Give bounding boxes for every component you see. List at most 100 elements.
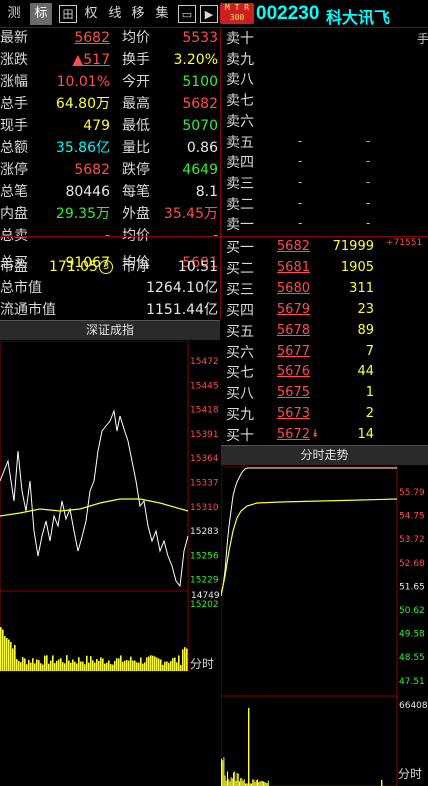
- stock-volume-bar: [265, 782, 267, 786]
- toolbar-btn-line[interactable]: 线: [104, 3, 126, 25]
- index-volume-bar: [110, 664, 112, 671]
- pe-label: 市盈: [0, 259, 28, 275]
- index-y-label: 15202: [190, 600, 219, 610]
- index-volume-bar: [98, 660, 100, 671]
- bid-volume: 89: [357, 322, 374, 338]
- index-volume-bar: [186, 648, 188, 671]
- bid-price[interactable]: 5678: [270, 323, 310, 338]
- toolbar-btn-grid[interactable]: 田: [59, 5, 77, 23]
- bid-level-label: 买五: [226, 323, 254, 340]
- stock-vol-label: 66408: [399, 701, 428, 711]
- index-volume-bar: [160, 659, 162, 671]
- index-volume-bar: [128, 660, 130, 671]
- quote-label: 涨跌: [0, 52, 28, 68]
- quote-row: 涨幅 10.01% 今开 5100: [0, 71, 220, 93]
- mtr-badge-bottom: 300: [229, 13, 245, 22]
- index-volume-bar: [174, 657, 176, 671]
- play-icon[interactable]: ▶: [200, 5, 218, 23]
- stock-volume-bar: [261, 781, 263, 786]
- quote-label: 总额: [0, 140, 28, 156]
- bid-price[interactable]: 5677: [270, 344, 310, 359]
- float-row: 流通市值 1151.44亿: [0, 299, 220, 321]
- ask-price: -: [298, 154, 303, 169]
- stock-volume-bar: [240, 778, 242, 786]
- stock-volume-bar: [231, 778, 233, 786]
- index-volume-bar: [148, 656, 150, 671]
- bid-price[interactable]: 5672: [270, 427, 310, 442]
- stock-volume-bar: [242, 780, 244, 786]
- bid-price[interactable]: 5680: [270, 281, 310, 296]
- stock-volume-bar: [252, 779, 254, 786]
- index-y-label: 15310: [190, 503, 219, 513]
- quote-value: 5100: [182, 74, 218, 90]
- toolbar-btn-test[interactable]: 测: [3, 3, 25, 25]
- stock-chart[interactable]: 55.79 54.75 53.72 52.68 51.65 50.62 49.58 48.55…: [221, 466, 428, 786]
- stock-footer: 分时: [398, 767, 423, 781]
- index-volume-bar: [4, 636, 6, 671]
- quote-value: 0.86: [186, 140, 218, 156]
- bid-price[interactable]: 5676: [270, 364, 310, 379]
- ask-volume: -: [366, 216, 371, 231]
- index-y-label: 15472: [190, 357, 219, 367]
- index-volume-bar: [168, 662, 170, 671]
- quote-value: 5533: [182, 30, 218, 46]
- index-y-label: 15445: [190, 381, 219, 391]
- index-volume-bar: [114, 660, 116, 671]
- toolbar-btn-move[interactable]: 移: [127, 3, 149, 25]
- toolbar: 测 标 田 权 线 移 集 ▭ ▶ M T R 300 002230 科大讯飞: [0, 0, 428, 28]
- index-volume-bar: [140, 657, 142, 671]
- bid-price[interactable]: 5681: [270, 260, 310, 275]
- index-volume-bar: [24, 658, 26, 671]
- index-volume-bar: [74, 661, 76, 671]
- index-volume-bar: [150, 655, 152, 671]
- quote-label: 量比: [122, 140, 150, 156]
- stock-chart-title[interactable]: 分时走势: [221, 445, 428, 465]
- bid-price[interactable]: 5675: [270, 385, 310, 400]
- toolbar-btn-set[interactable]: 集: [151, 3, 173, 25]
- index-volume-bar: [62, 662, 64, 671]
- index-volume-bar: [58, 659, 60, 671]
- ask-level-label: 卖九: [226, 51, 254, 68]
- index-volume-bar: [88, 662, 90, 671]
- ask-level-label: 卖八: [226, 72, 254, 89]
- stock-volume-bar: [239, 781, 240, 786]
- stock-avg-line: [221, 498, 398, 597]
- quote-row: 最新 5682 均价 5533: [0, 27, 220, 49]
- stock-price-line: [221, 467, 397, 595]
- bid-volume: 23: [357, 301, 374, 317]
- bid-price[interactable]: 5682: [270, 239, 310, 254]
- ask-volume: -: [366, 174, 371, 189]
- index-volume-bar: [130, 656, 132, 671]
- quote-value: 80446: [65, 184, 110, 200]
- quote-value: 5070: [182, 118, 218, 134]
- index-volume-bar: [176, 662, 178, 671]
- bid-volume: 311: [349, 280, 374, 296]
- stock-volume-bar: [222, 760, 224, 786]
- index-volume-bar: [36, 659, 38, 671]
- bid-level-label: 买十: [226, 428, 254, 445]
- quote-label: 最低: [122, 118, 150, 134]
- bid-volume: 71999: [332, 239, 374, 254]
- index-volume-bar: [112, 664, 114, 671]
- index-chart-title[interactable]: 深证成指: [0, 320, 220, 340]
- quote-row: 总额 35.86亿 量比 0.86: [0, 137, 220, 159]
- bid-price[interactable]: 5673: [270, 406, 310, 421]
- index-volume-bar: [106, 662, 108, 671]
- ask-level-label: 卖七: [226, 93, 254, 110]
- window-icon[interactable]: ▭: [178, 5, 196, 23]
- index-volume-bar: [42, 664, 44, 671]
- toolbar-btn-mark[interactable]: 标: [30, 3, 52, 25]
- index-chart[interactable]: 15472 15445 15418 15391 15364 15337 15310 15283…: [0, 341, 220, 786]
- ask-level-label: 卖四: [226, 155, 254, 172]
- index-volume-bar: [170, 661, 172, 671]
- index-volume-bar: [154, 656, 156, 671]
- toolbar-btn-rights[interactable]: 权: [80, 3, 102, 25]
- index-y-label: 15256: [190, 551, 219, 561]
- index-volume-bar: [84, 664, 86, 671]
- ask-volume: -: [366, 133, 371, 148]
- stock-volume-bar: [264, 782, 266, 786]
- bid-price[interactable]: 5679: [270, 302, 310, 317]
- index-volume-bar: [18, 660, 20, 671]
- ask-price: -: [298, 133, 303, 148]
- index-frame: [0, 341, 189, 672]
